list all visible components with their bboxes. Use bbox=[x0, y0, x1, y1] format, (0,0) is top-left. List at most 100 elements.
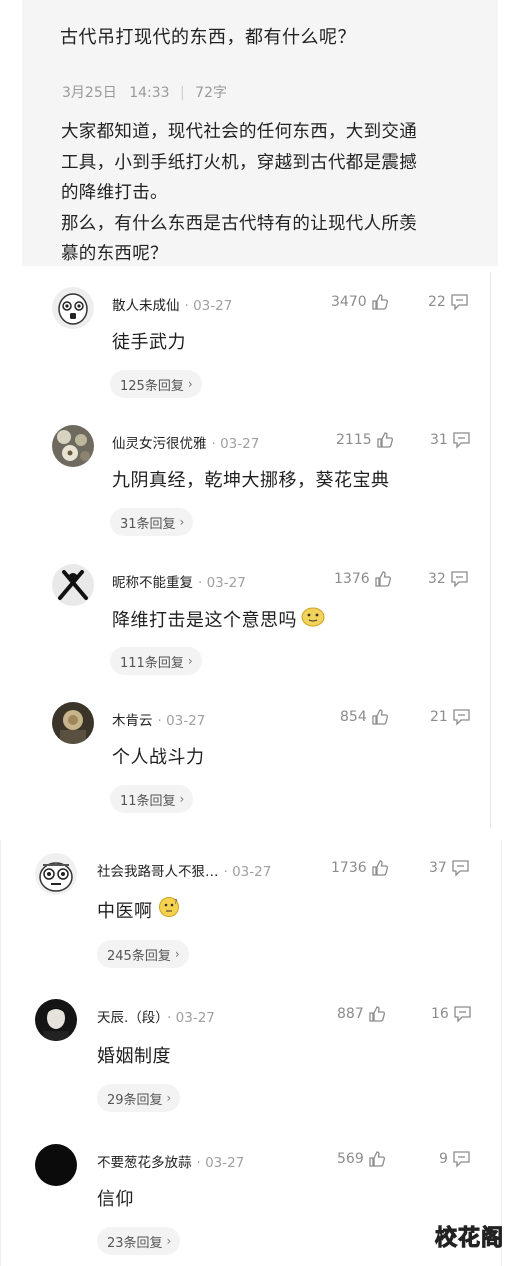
comment-author[interactable]: 不要葱花多放蒜 · 03-27 bbox=[97, 1151, 244, 1171]
like-button[interactable]: 854 bbox=[340, 708, 389, 726]
view-replies-button[interactable]: 125条回复 › bbox=[110, 370, 202, 398]
question-date: 3月25日 bbox=[62, 85, 117, 101]
comment-icon bbox=[453, 1151, 470, 1168]
replies-label: 23条回复 bbox=[107, 1235, 163, 1251]
replies-label: 11条回复 bbox=[120, 793, 176, 809]
figure-avatar[interactable] bbox=[52, 564, 94, 606]
comment-author[interactable]: 木肯云 · 03-27 bbox=[112, 709, 205, 729]
question-word-count: 72字 bbox=[195, 85, 227, 101]
photo-avatar[interactable] bbox=[52, 702, 94, 744]
question-body-line: 那么，有什么东西是古代特有的让现代人所羡 bbox=[61, 213, 417, 234]
like-count: 569 bbox=[337, 1151, 364, 1167]
reply-count-button[interactable]: 31 bbox=[430, 431, 471, 449]
reply-count-button[interactable]: 22 bbox=[428, 293, 469, 311]
like-count: 2115 bbox=[336, 432, 372, 448]
like-button[interactable]: 569 bbox=[337, 1150, 386, 1168]
reply-count-button[interactable]: 9 bbox=[439, 1150, 471, 1168]
chevron-right-icon: › bbox=[187, 377, 193, 391]
comment-author[interactable]: 社会我路哥人不狠… · 03-27 bbox=[97, 860, 271, 880]
author-name[interactable]: 昵称不能重复 bbox=[112, 575, 193, 591]
comment-item: 不要葱花多放蒜 · 03-27 569 9 信仰 23条回复 › bbox=[1, 1131, 501, 1263]
question-card: 古代吊打现代的东西，都有什么呢？ 3月25日 14:33 | 72字 大家都知道… bbox=[22, 0, 498, 266]
comment-text: 中医啊 ? bbox=[97, 896, 182, 923]
reply-count: 9 bbox=[439, 1151, 448, 1167]
comment-author[interactable]: 天辰.（段） · 03-27 bbox=[97, 1006, 215, 1026]
comment-list-2: 社会我路哥人不狠… · 03-27 1736 37 中医啊 ? 245条回复 › 天… bbox=[0, 840, 502, 1266]
like-count: 854 bbox=[340, 709, 367, 725]
question-body-line: 的降维打击。 bbox=[61, 183, 168, 203]
reply-count-button[interactable]: 37 bbox=[429, 859, 470, 877]
view-replies-button[interactable]: 23条回复 › bbox=[97, 1227, 181, 1255]
replies-label: 245条回复 bbox=[107, 948, 171, 964]
author-name[interactable]: 天辰.（段） bbox=[97, 1010, 162, 1026]
reply-count-button[interactable]: 21 bbox=[430, 708, 471, 726]
comment-date: · 03-27 bbox=[196, 1155, 245, 1171]
question-body: 大家都知道，现代社会的任何东西，大到交通 工具，小到手纸打火机，穿越到古代都是震… bbox=[61, 117, 493, 266]
like-count: 1736 bbox=[331, 860, 367, 876]
question-body-line: 工具，小到手纸打火机，穿越到古代都是震撼 bbox=[61, 152, 417, 173]
author-name[interactable]: 社会我路哥人不狠… bbox=[97, 864, 219, 880]
reply-count: 22 bbox=[428, 294, 446, 310]
view-replies-button[interactable]: 111条回复 › bbox=[110, 647, 202, 675]
like-button[interactable]: 1376 bbox=[334, 570, 392, 588]
like-button[interactable]: 1736 bbox=[331, 859, 389, 877]
dark-portrait-avatar[interactable] bbox=[35, 999, 77, 1041]
comment-author[interactable]: 散人未成仙 · 03-27 bbox=[112, 294, 232, 314]
chevron-right-icon: › bbox=[179, 792, 185, 806]
replies-label: 31条回复 bbox=[120, 516, 176, 532]
view-replies-button[interactable]: 11条回复 › bbox=[110, 785, 194, 813]
reply-count: 31 bbox=[430, 432, 448, 448]
ghost-avatar[interactable] bbox=[52, 287, 94, 329]
comment-author[interactable]: 仙灵女污很优雅 · 03-27 bbox=[112, 432, 259, 452]
like-count: 3470 bbox=[331, 294, 367, 310]
reply-count: 37 bbox=[429, 860, 447, 876]
flower-avatar[interactable] bbox=[52, 425, 94, 467]
replies-label: 111条回复 bbox=[120, 655, 184, 671]
view-replies-button[interactable]: 31条回复 › bbox=[110, 508, 194, 536]
comment-item: 木肯云 · 03-27 854 21 个人战斗力 11条回复 › bbox=[22, 687, 490, 819]
like-button[interactable]: 887 bbox=[337, 1005, 386, 1023]
like-button[interactable]: 3470 bbox=[331, 293, 389, 311]
replies-label: 29条回复 bbox=[107, 1092, 163, 1108]
author-name[interactable]: 仙灵女污很优雅 bbox=[112, 436, 207, 452]
comment-icon bbox=[451, 571, 468, 588]
author-name[interactable]: 木肯云 bbox=[112, 713, 153, 729]
comment-icon bbox=[452, 860, 469, 877]
comment-list-1: 散人未成仙 · 03-27 3470 22 徒手武力 125条回复 › 仙灵女污很优… bbox=[22, 272, 491, 828]
question-body-line: 慕的东西呢？ bbox=[61, 244, 168, 264]
author-name[interactable]: 不要葱花多放蒜 bbox=[97, 1155, 192, 1171]
cartoon-avatar[interactable] bbox=[35, 853, 77, 895]
comment-author[interactable]: 昵称不能重复 · 03-27 bbox=[112, 571, 246, 591]
comment-item: 散人未成仙 · 03-27 3470 22 徒手武力 125条回复 › bbox=[22, 272, 490, 404]
question-time: 14:33 bbox=[129, 85, 170, 101]
comment-item: 天辰.（段） · 03-27 887 16 婚姻制度 29条回复 › bbox=[1, 986, 501, 1118]
comment-text: 降维打击是这个意思吗 bbox=[112, 605, 326, 632]
comment-text: 信仰 bbox=[97, 1189, 134, 1210]
comment-date: · 03-27 bbox=[223, 864, 272, 880]
like-button[interactable]: 2115 bbox=[336, 431, 394, 449]
comment-date: · 03-27 bbox=[184, 298, 233, 314]
chevron-right-icon: › bbox=[166, 1091, 172, 1105]
chevron-right-icon: › bbox=[179, 515, 185, 529]
face-emoji bbox=[300, 605, 326, 632]
reply-count: 16 bbox=[431, 1006, 449, 1022]
thumbs-up-icon bbox=[369, 1006, 385, 1022]
chevron-right-icon: › bbox=[174, 947, 180, 961]
black-avatar[interactable] bbox=[35, 1144, 77, 1186]
reply-count-button[interactable]: 16 bbox=[431, 1005, 472, 1023]
view-replies-button[interactable]: 29条回复 › bbox=[97, 1084, 181, 1112]
view-replies-button[interactable]: 245条回复 › bbox=[97, 940, 189, 968]
thinking-emoji: ? bbox=[156, 896, 182, 923]
replies-label: 125条回复 bbox=[120, 378, 184, 394]
comment-item: 社会我路哥人不狠… · 03-27 1736 37 中医啊 ? 245条回复 › bbox=[1, 840, 501, 972]
author-name[interactable]: 散人未成仙 bbox=[112, 298, 180, 314]
question-title: 古代吊打现代的东西，都有什么呢？ bbox=[60, 27, 356, 48]
like-count: 1376 bbox=[334, 571, 370, 587]
comment-text-content: 中医啊 bbox=[97, 900, 153, 922]
thumbs-up-icon bbox=[371, 294, 388, 310]
thumbs-up-icon bbox=[372, 709, 388, 725]
comment-icon bbox=[453, 432, 470, 449]
question-body-line: 大家都知道，现代社会的任何东西，大到交通 bbox=[61, 122, 417, 142]
comment-text: 婚姻制度 bbox=[97, 1046, 171, 1067]
reply-count-button[interactable]: 32 bbox=[428, 570, 469, 588]
